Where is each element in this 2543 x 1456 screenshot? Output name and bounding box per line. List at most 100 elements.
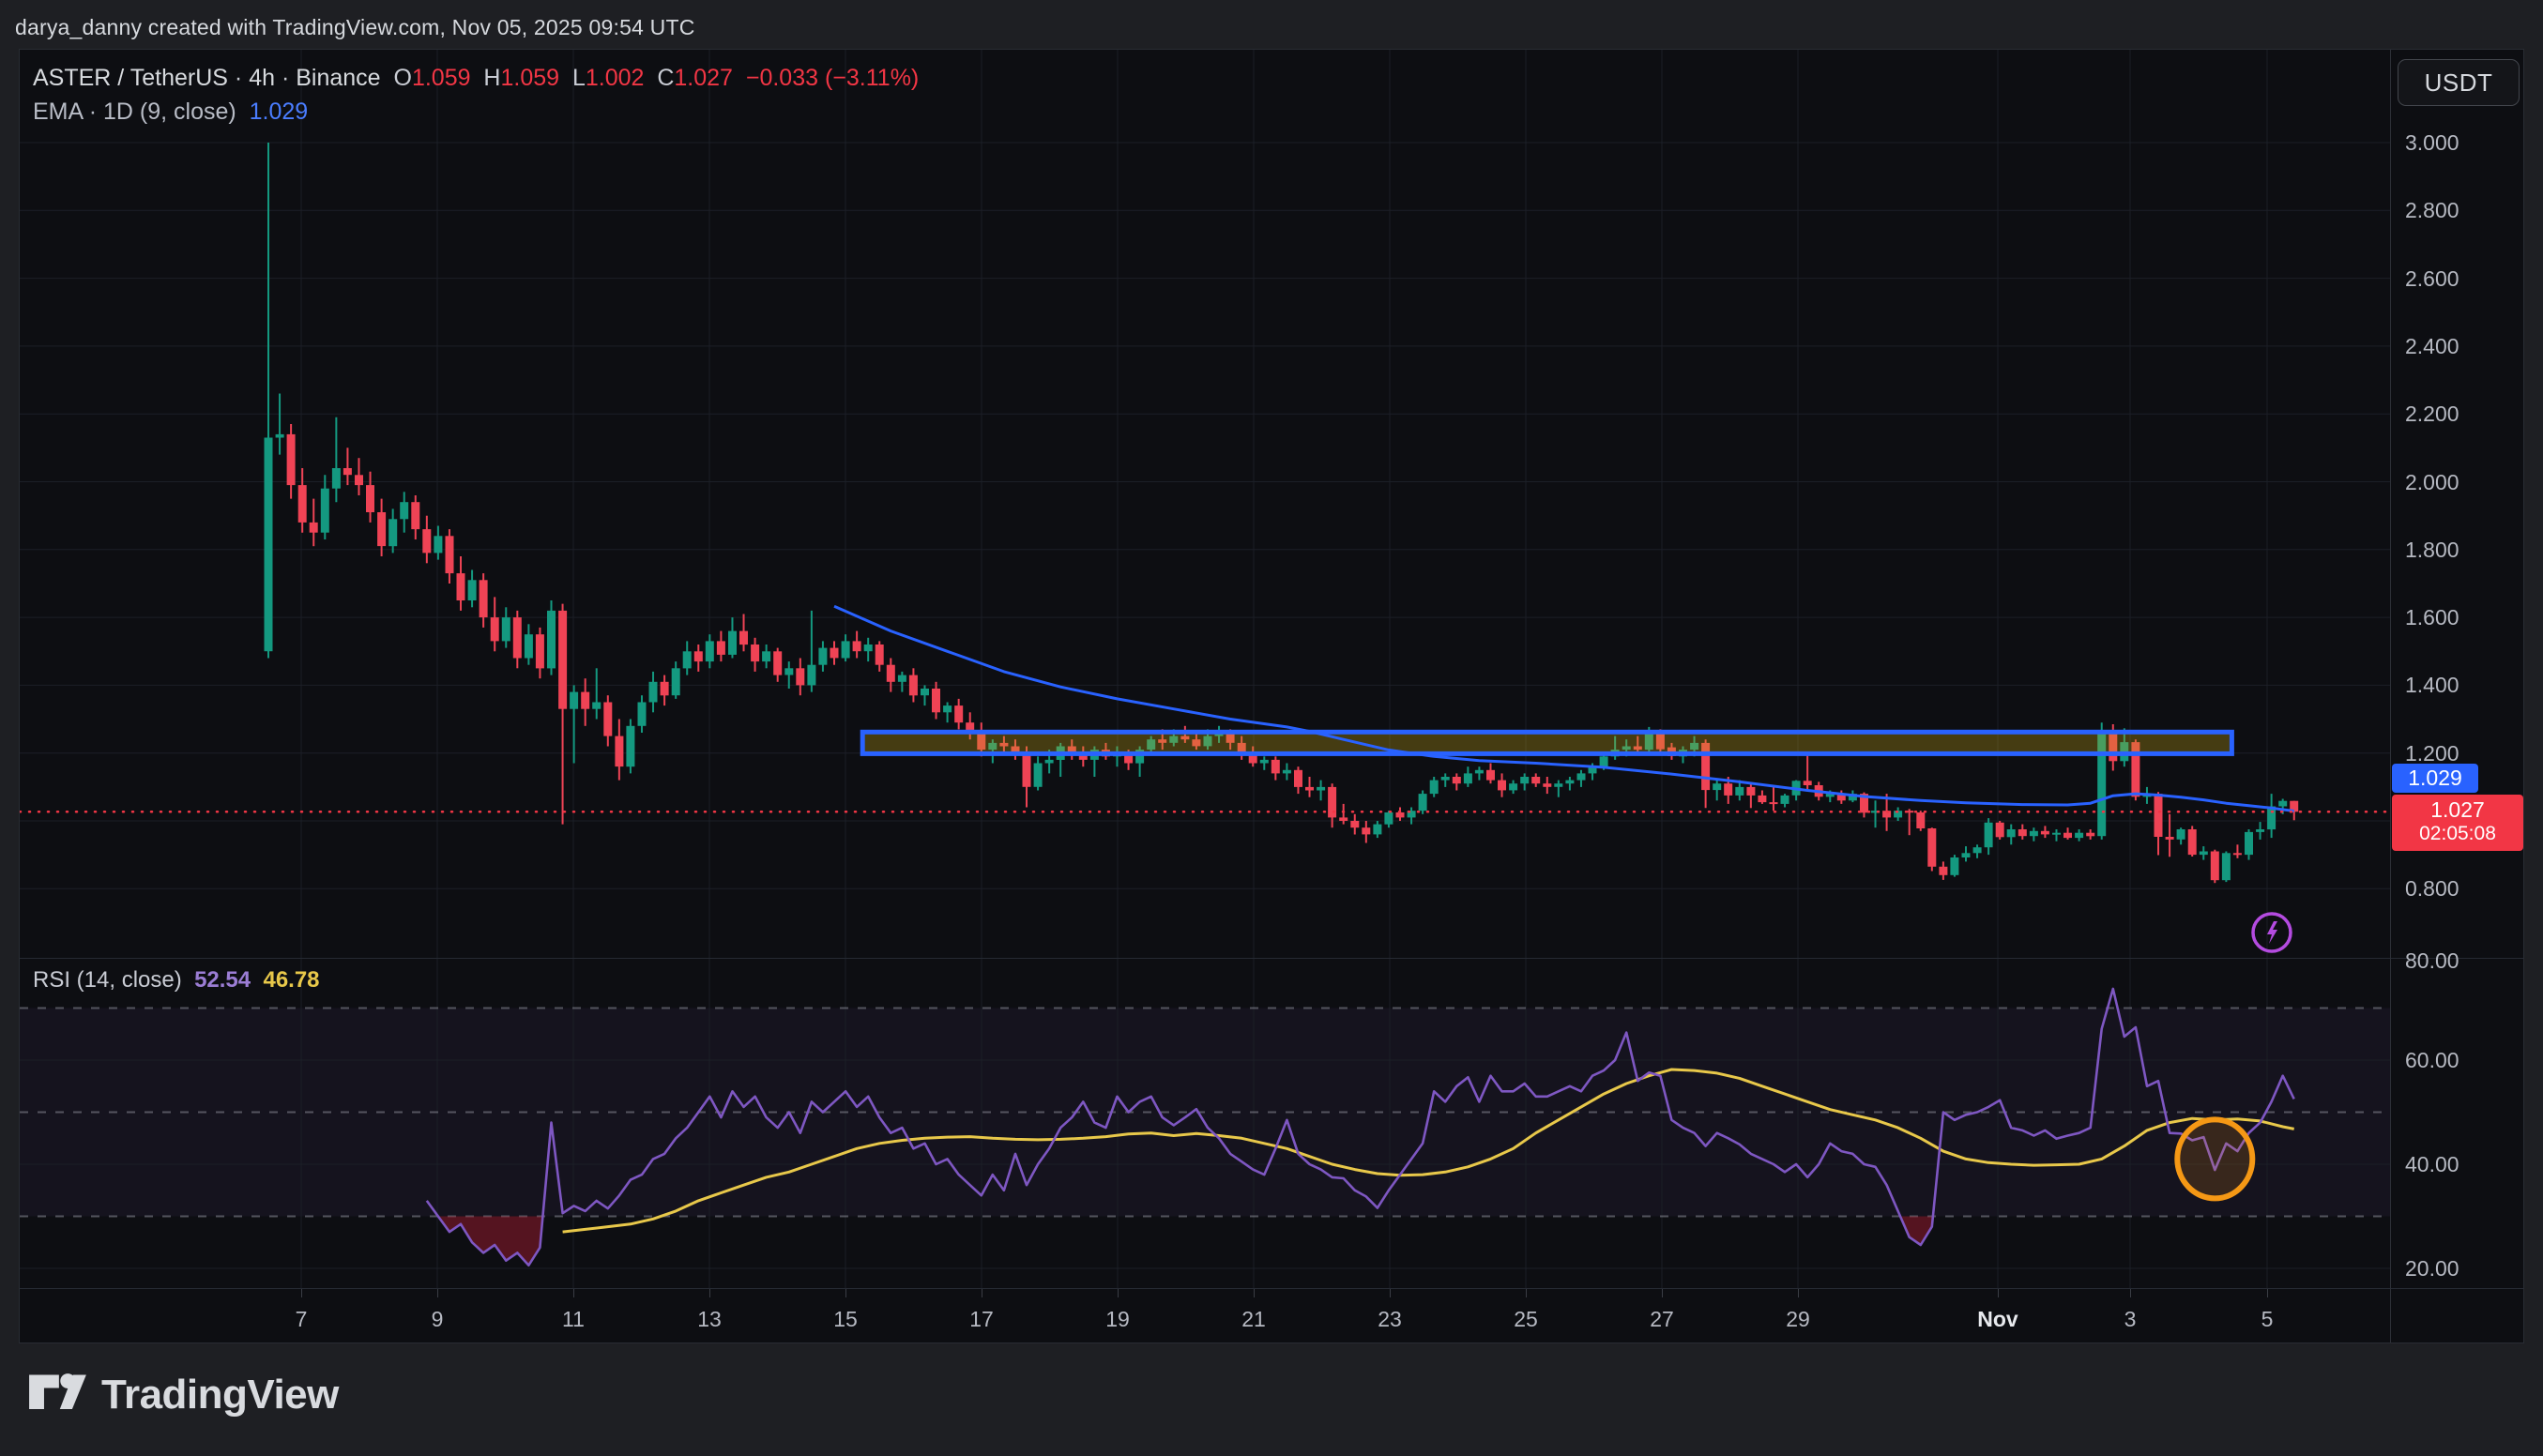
candle-body[interactable]: [1441, 777, 1450, 781]
candle-body[interactable]: [1328, 787, 1336, 818]
price-chart-pane[interactable]: [20, 50, 2390, 958]
candle-body[interactable]: [366, 485, 374, 512]
candle-body[interactable]: [954, 705, 963, 722]
candle-body[interactable]: [1996, 823, 2004, 838]
candle-body[interactable]: [1770, 802, 1778, 804]
candle-body[interactable]: [491, 617, 499, 641]
candle-body[interactable]: [332, 468, 341, 489]
candle-body[interactable]: [2222, 853, 2231, 880]
candle-body[interactable]: [1520, 777, 1529, 783]
rsi-pane[interactable]: [20, 958, 2390, 1288]
lightning-boost-icon[interactable]: [2242, 902, 2302, 963]
candle-body[interactable]: [1543, 783, 1551, 787]
candle-body[interactable]: [1430, 781, 1439, 795]
candle-body[interactable]: [2233, 853, 2242, 855]
candle-body[interactable]: [536, 634, 544, 668]
candle-body[interactable]: [2007, 829, 2016, 837]
candle-body[interactable]: [739, 631, 748, 645]
candle-body[interactable]: [1939, 867, 1947, 875]
ema-line[interactable]: [834, 606, 2294, 811]
candle-body[interactable]: [1531, 777, 1540, 783]
rsi-legend[interactable]: RSI (14, close) 52.54 46.78: [33, 967, 320, 993]
candle-body[interactable]: [581, 692, 589, 709]
candle-body[interactable]: [2200, 852, 2208, 856]
candle-body[interactable]: [864, 645, 873, 651]
ema-legend[interactable]: EMA · 1D (9, close) 1.029: [33, 99, 308, 126]
candle-body[interactable]: [2256, 829, 2264, 832]
candle-body[interactable]: [876, 645, 884, 665]
candle-body[interactable]: [1498, 781, 1506, 791]
candle-body[interactable]: [276, 434, 284, 438]
candle-body[interactable]: [1475, 770, 1484, 774]
candle-body[interactable]: [921, 689, 929, 695]
candle-body[interactable]: [388, 519, 397, 546]
candle-body[interactable]: [694, 651, 703, 661]
candle-body[interactable]: [1384, 812, 1393, 825]
candle-body[interactable]: [1916, 812, 1925, 828]
candle-body[interactable]: [446, 536, 454, 573]
candle-body[interactable]: [1950, 857, 1958, 875]
candle-body[interactable]: [706, 641, 714, 661]
candle-body[interactable]: [2063, 833, 2072, 838]
candle-body[interactable]: [2177, 829, 2185, 840]
candle-body[interactable]: [1509, 783, 1517, 790]
candle-body[interactable]: [558, 611, 567, 709]
candle-body[interactable]: [1735, 787, 1744, 796]
candle-body[interactable]: [2188, 829, 2197, 855]
candle-body[interactable]: [1260, 760, 1269, 764]
candle-body[interactable]: [1927, 828, 1936, 867]
candle-body[interactable]: [1362, 827, 1370, 834]
candle-body[interactable]: [1746, 787, 1755, 796]
candle-body[interactable]: [842, 641, 850, 658]
candle-body[interactable]: [2018, 829, 2027, 836]
candle-body[interactable]: [400, 502, 408, 519]
candle-body[interactable]: [1023, 753, 1031, 787]
candle-body[interactable]: [909, 675, 918, 696]
candle-body[interactable]: [626, 726, 634, 766]
candle-body[interactable]: [898, 675, 906, 682]
supply-zone-rectangle[interactable]: [862, 732, 2231, 753]
candle-body[interactable]: [2245, 832, 2253, 855]
candle-body[interactable]: [2155, 794, 2163, 837]
candle-body[interactable]: [377, 512, 386, 546]
candle-body[interactable]: [1350, 821, 1359, 827]
candle-body[interactable]: [1962, 853, 1971, 857]
candle-body[interactable]: [943, 705, 952, 712]
candle-body[interactable]: [853, 641, 861, 651]
candle-body[interactable]: [2041, 831, 2049, 835]
candle-body[interactable]: [355, 475, 363, 485]
symbol-legend[interactable]: ASTER / TetherUS · 4h · Binance O1.059 H…: [33, 65, 919, 92]
candle-body[interactable]: [2075, 833, 2083, 838]
candle-body[interactable]: [287, 434, 296, 485]
candle-body[interactable]: [1294, 770, 1302, 787]
candle-body[interactable]: [2052, 833, 2061, 835]
candle-body[interactable]: [343, 468, 352, 475]
candle-body[interactable]: [1419, 794, 1427, 811]
candle-body[interactable]: [1464, 773, 1472, 783]
candle-body[interactable]: [592, 703, 601, 709]
currency-toggle-usdt[interactable]: USDT: [2398, 59, 2520, 106]
candle-body[interactable]: [2086, 833, 2094, 837]
candle-body[interactable]: [547, 611, 556, 669]
candle-body[interactable]: [2278, 801, 2287, 807]
candle-body[interactable]: [1339, 817, 1348, 821]
candle-body[interactable]: [1396, 812, 1405, 817]
candle-body[interactable]: [1317, 787, 1325, 791]
candle-body[interactable]: [615, 736, 623, 767]
candle-body[interactable]: [1758, 796, 1766, 802]
candle-body[interactable]: [1305, 787, 1314, 791]
candle-body[interactable]: [672, 668, 680, 695]
candle-body[interactable]: [2030, 831, 2038, 836]
candle-body[interactable]: [683, 651, 692, 668]
candle-body[interactable]: [422, 529, 431, 553]
candle-body[interactable]: [1045, 760, 1054, 764]
candle-body[interactable]: [525, 634, 533, 658]
symbol-name[interactable]: ASTER / TetherUS: [33, 65, 228, 91]
candle-body[interactable]: [818, 648, 827, 665]
candle-body[interactable]: [1713, 783, 1721, 790]
candle-body[interactable]: [468, 580, 477, 600]
candle-body[interactable]: [502, 617, 510, 641]
candle-body[interactable]: [1600, 756, 1608, 766]
candle-body[interactable]: [1272, 760, 1280, 774]
candle-body[interactable]: [434, 536, 442, 553]
